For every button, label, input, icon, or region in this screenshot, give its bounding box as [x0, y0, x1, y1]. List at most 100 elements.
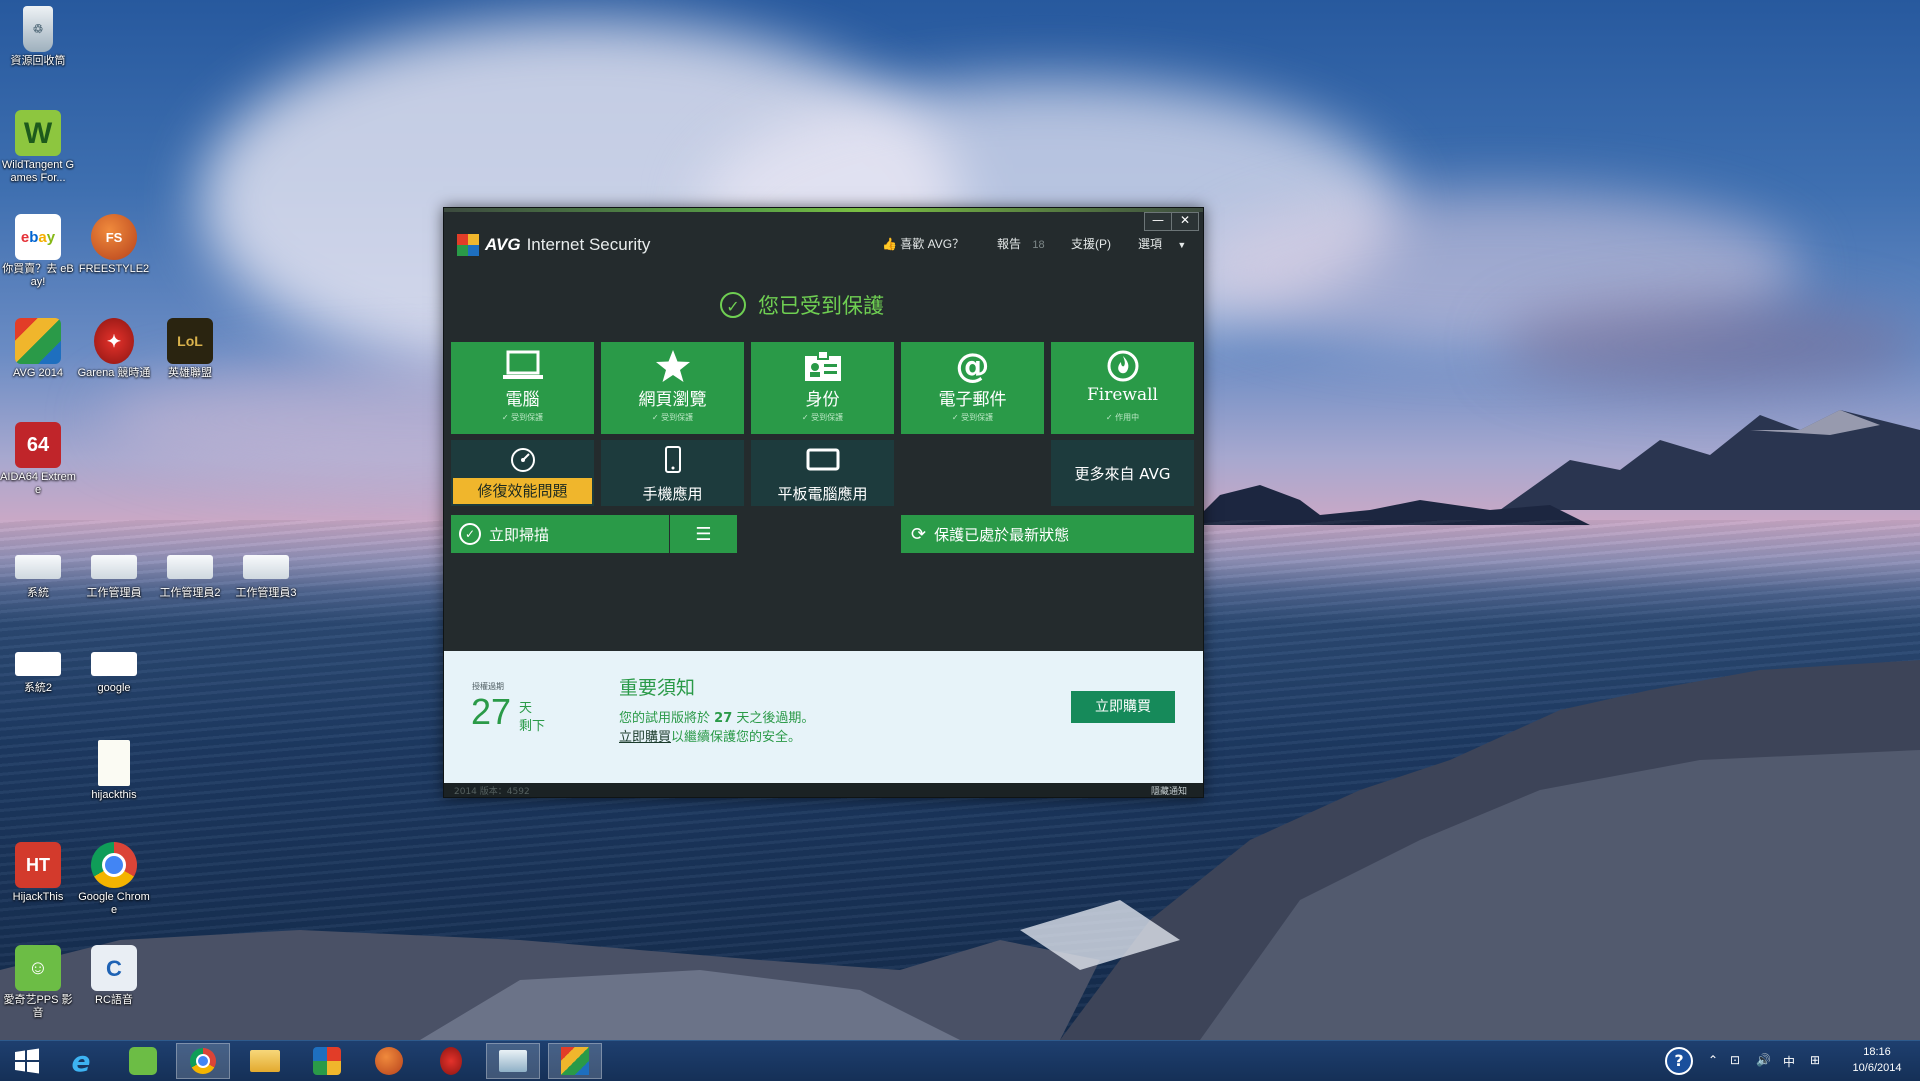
tile-tablet-apps[interactable]: 平板電腦應用	[751, 440, 894, 506]
tile-status: ✓ 受到保護	[651, 413, 694, 422]
wildtangent-icon: W	[15, 110, 61, 156]
chevron-down-icon: ▼	[1177, 240, 1187, 250]
tile-title: 修復效能問題	[453, 478, 592, 504]
avg-icon	[15, 318, 61, 364]
buy-now-link[interactable]: 立即購買	[619, 730, 671, 745]
desktop-icon-recycle-bin[interactable]: ♲ 資源回收筒	[0, 6, 76, 68]
tile-firewall[interactable]: Firewall ✓ 作用中	[1051, 342, 1194, 434]
tile-more-from-avg[interactable]: 更多來自 AVG	[1051, 440, 1194, 506]
taskbar-task-manager[interactable]	[486, 1043, 540, 1079]
menu-support[interactable]: 支援(P)	[1071, 235, 1111, 252]
update-status-bar[interactable]: ⟳ 保護已處於最新狀態	[901, 515, 1194, 553]
taskbar-file-explorer[interactable]	[238, 1043, 292, 1079]
scan-options-button[interactable]: ☰	[670, 515, 737, 553]
garena-icon	[440, 1047, 462, 1075]
recycle-bin-icon: ♲	[23, 6, 53, 52]
notice-message: 您的試用版將於 27 天之後過期。	[619, 711, 815, 726]
puzzle-app-icon	[313, 1047, 341, 1075]
freestyle-icon: FS	[91, 214, 137, 260]
show-hidden-icons-chevron[interactable]: ⌃	[1708, 1053, 1718, 1067]
tile-fix-performance[interactable]: 修復效能問題	[451, 440, 594, 506]
tile-email[interactable]: @ 電子郵件 ✓ 受到保護	[901, 342, 1044, 434]
hide-notification-link[interactable]: 隱藏通知	[1151, 784, 1187, 797]
desktop-icon-rc[interactable]: C RC語音	[76, 945, 152, 1007]
text-file-icon	[98, 740, 130, 786]
tile-title: Firewall	[1087, 385, 1158, 405]
tile-mobile-apps[interactable]: 手機應用	[601, 440, 744, 506]
days-remaining-label: 剩下	[519, 719, 546, 734]
garena-icon: ✦	[94, 318, 134, 364]
refresh-icon: ⟳	[911, 523, 927, 545]
taskbar-chrome[interactable]	[176, 1043, 230, 1079]
thumbs-up-icon: 👍	[882, 237, 897, 251]
desktop-icon-system-2[interactable]: 系統2	[0, 648, 76, 695]
minimize-button[interactable]: —	[1144, 212, 1172, 231]
clock[interactable]: 18:16 10/6/2014	[1838, 1044, 1916, 1076]
close-button[interactable]: ✕	[1171, 212, 1199, 231]
phone-icon	[601, 446, 744, 474]
tile-status: ✓ 受到保護	[951, 413, 994, 422]
desktop-icon-task-manager[interactable]: 工作管理員	[76, 545, 152, 600]
taskbar-ie[interactable]: e	[54, 1043, 108, 1079]
menu-reports[interactable]: 報告 18	[997, 235, 1045, 252]
scan-now-button[interactable]: ✓ 立即掃描	[451, 515, 669, 553]
wallpaper-islands	[1190, 485, 1590, 525]
file-explorer-icon	[250, 1050, 280, 1072]
wallpaper-cloud	[1500, 300, 1920, 390]
notice-title: 重要須知	[619, 677, 696, 699]
avg-window[interactable]: — ✕ AVG Internet Security 👍 喜歡 AVG？ 報告 1…	[443, 207, 1204, 798]
protection-status: ✓ 您已受到保護	[720, 290, 884, 320]
ime-indicator[interactable]: 中	[1783, 1053, 1795, 1070]
rc-icon: C	[91, 945, 137, 991]
desktop-icon-wildtangent[interactable]: W WildTangent Games For...	[0, 110, 76, 185]
desktop-icon-league[interactable]: LoL 英雄聯盟	[152, 318, 228, 380]
start-button[interactable]	[0, 1043, 54, 1079]
desktop-icon-system[interactable]: 系統	[0, 545, 76, 600]
desktop-icon-task-manager-3[interactable]: 工作管理員3	[228, 545, 304, 600]
hijackthis-icon: HT	[15, 842, 61, 888]
menu-like-avg[interactable]: 👍 喜歡 AVG？	[882, 235, 964, 252]
shortcut-icon	[15, 652, 61, 676]
taskbar-puzzle-app[interactable]	[300, 1043, 354, 1079]
desktop-icon-avg[interactable]: AVG 2014	[0, 318, 76, 380]
tile-status: ✓ 作用中	[1105, 413, 1140, 422]
tile-title: 手機應用	[642, 485, 703, 503]
desktop-icon-ebay[interactable]: ebay 你買賣？去 eBay!	[0, 214, 76, 289]
desktop-icon-iqiyi[interactable]: ☺ 愛奇艺PPS 影音	[0, 945, 76, 1020]
desktop-icon-google[interactable]: google	[76, 648, 152, 695]
desktop-icon-garena[interactable]: ✦ Garena 競時通	[76, 318, 152, 380]
brand-name: AVG	[485, 235, 521, 254]
tile-identity[interactable]: 身份 ✓ 受到保護	[751, 342, 894, 434]
desktop-icon-hijackthis[interactable]: HT HijackThis	[0, 842, 76, 904]
check-circle-icon: ✓	[720, 292, 746, 318]
keyboard-layout-icon[interactable]: ⊞	[1810, 1053, 1820, 1067]
desktop-icon-task-manager-2[interactable]: 工作管理員2	[152, 545, 228, 600]
desktop-icon-aida64[interactable]: 64 AIDA64 Extreme	[0, 422, 76, 497]
computer-icon	[451, 348, 594, 384]
tile-web-browsing[interactable]: 網頁瀏覽 ✓ 受到保護	[601, 342, 744, 434]
taskbar-iqiyi[interactable]	[116, 1043, 170, 1079]
ie-icon: e	[71, 1044, 91, 1078]
taskbar-avg[interactable]	[548, 1043, 602, 1079]
tile-title: 網頁瀏覽	[638, 390, 707, 410]
scan-icon: ✓	[459, 523, 481, 545]
tile-computer[interactable]: 電腦 ✓ 受到保護	[451, 342, 594, 434]
taskbar-garena[interactable]	[424, 1043, 478, 1079]
tile-status: ✓ 受到保護	[801, 413, 844, 422]
clock-time: 18:16	[1863, 1046, 1891, 1058]
network-icon[interactable]: ⊡	[1730, 1053, 1740, 1067]
help-icon[interactable]: ?	[1665, 1047, 1693, 1075]
ebay-icon: ebay	[15, 214, 61, 260]
tile-title: 身份	[805, 390, 840, 410]
window-top-stripe	[444, 208, 1203, 212]
menu-options[interactable]: 選項 ▼	[1138, 235, 1186, 252]
desktop-icon-chrome[interactable]: Google Chrome	[76, 842, 152, 917]
taskbar-freestyle[interactable]	[362, 1043, 416, 1079]
identity-icon	[751, 348, 894, 384]
buy-now-button[interactable]: 立即購買	[1071, 691, 1175, 723]
freestyle-icon	[375, 1047, 403, 1075]
desktop-icon-freestyle[interactable]: FS FREESTYLE2	[76, 214, 152, 276]
iqiyi-icon: ☺	[15, 945, 61, 991]
volume-icon[interactable]: 🔊	[1756, 1053, 1771, 1067]
desktop-icon-hijackthis-file[interactable]: hijackthis	[76, 740, 152, 802]
